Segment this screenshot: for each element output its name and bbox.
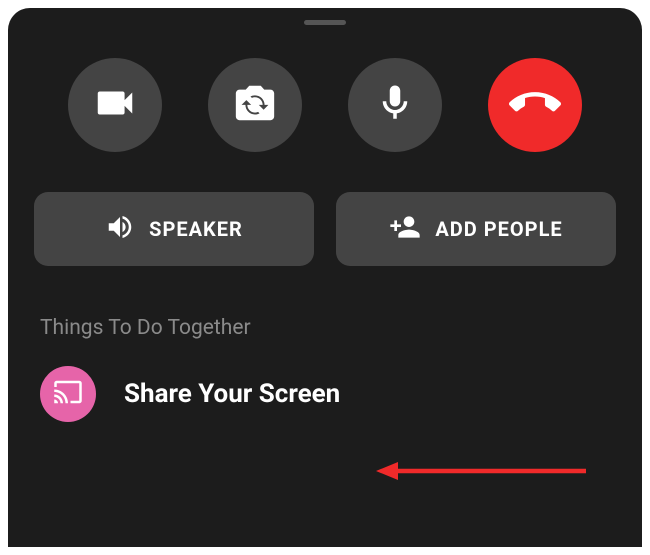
speaker-icon bbox=[105, 212, 135, 247]
primary-controls-row bbox=[8, 58, 642, 152]
video-toggle-button[interactable] bbox=[68, 58, 162, 152]
share-screen-label: Share Your Screen bbox=[124, 379, 340, 409]
cast-icon bbox=[53, 377, 83, 411]
add-person-icon bbox=[389, 211, 421, 248]
add-people-button[interactable]: ADD PEOPLE bbox=[336, 192, 616, 266]
section-heading: Things To Do Together bbox=[40, 316, 642, 340]
call-controls-panel: SPEAKER ADD PEOPLE Things To Do Together… bbox=[8, 8, 642, 547]
speaker-button-label: SPEAKER bbox=[149, 217, 243, 241]
secondary-controls-row: SPEAKER ADD PEOPLE bbox=[8, 192, 642, 266]
share-screen-item[interactable]: Share Your Screen bbox=[40, 366, 642, 422]
hang-up-icon bbox=[509, 77, 561, 133]
video-icon bbox=[92, 80, 138, 130]
microphone-icon bbox=[374, 82, 416, 128]
swap-camera-button[interactable] bbox=[208, 58, 302, 152]
annotation-arrow bbox=[376, 456, 596, 486]
swap-camera-icon bbox=[232, 80, 278, 130]
end-call-button[interactable] bbox=[488, 58, 582, 152]
share-screen-icon-badge bbox=[40, 366, 96, 422]
speaker-button[interactable]: SPEAKER bbox=[34, 192, 314, 266]
mute-toggle-button[interactable] bbox=[348, 58, 442, 152]
drag-handle[interactable] bbox=[304, 20, 346, 25]
add-people-button-label: ADD PEOPLE bbox=[435, 217, 562, 241]
